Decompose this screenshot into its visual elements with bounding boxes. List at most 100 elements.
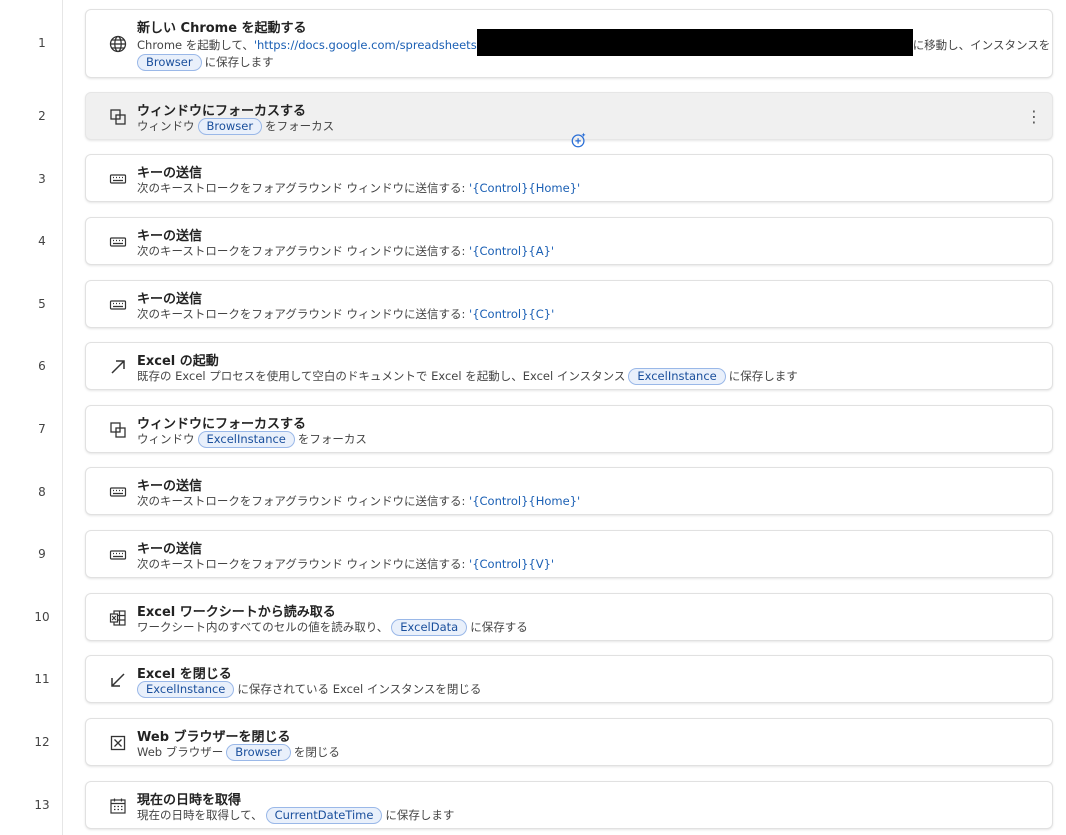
key-value: '{Control}{A}' [469,244,555,258]
desc-text: Chrome を起動して、 [137,38,254,52]
action-card-read-excel[interactable]: Excel ワークシートから読み取る ワークシート内のすべてのセルの値を読み取り… [85,593,1053,641]
line-number: 13 [34,798,50,812]
desc-text: ワークシート内のすべてのセルの値を読み取り、 [137,620,389,634]
line-number: 7 [38,422,46,436]
line-number: 2 [38,109,46,123]
action-card-send-keys[interactable]: キーの送信 次のキーストロークをフォアグラウンド ウィンドウに送信する: '{C… [85,217,1053,265]
action-title: ウィンドウにフォーカスする [137,417,307,432]
action-card-send-keys[interactable]: キーの送信 次のキーストロークをフォアグラウンド ウィンドウに送信する: '{C… [85,467,1053,515]
action-card-launch-excel[interactable]: Excel の起動 既存の Excel プロセスを使用して空白のドキュメントで … [85,342,1053,390]
close-browser-icon [108,733,128,753]
action-title: Web ブラウザーを閉じる [137,730,291,745]
line-number: 5 [38,297,46,311]
action-card-send-keys[interactable]: キーの送信 次のキーストロークをフォアグラウンド ウィンドウに送信する: '{C… [85,154,1053,202]
action-description: ウィンドウ Browser をフォーカス [137,118,334,135]
action-title: 現在の日時を取得 [137,793,242,808]
keyboard-icon [108,295,128,315]
desc-text: を閉じる [293,745,340,759]
action-card-get-datetime[interactable]: 現在の日時を取得 現在の日時を取得して、 CurrentDateTime に保存しま… [85,781,1053,829]
key-value: '{Control}{C}' [469,307,555,321]
action-card-send-keys[interactable]: キーの送信 次のキーストロークをフォアグラウンド ウィンドウに送信する: '{C… [85,280,1053,328]
keyboard-icon [108,545,128,565]
action-description: 次のキーストロークをフォアグラウンド ウィンドウに送信する: '{Control… [137,243,554,259]
action-description: 現在の日時を取得して、 CurrentDateTime に保存します [137,807,454,824]
line-number: 6 [38,359,46,373]
line-number: 12 [34,735,50,749]
desc-text: に保存されている Excel インスタンスを閉じる [237,682,482,696]
key-value: '{Control}{V}' [469,557,555,571]
desc-text: 現在の日時を取得して、 [137,808,263,822]
action-card-close-browser[interactable]: Web ブラウザーを閉じる Web ブラウザー Browser を閉じる [85,718,1053,766]
desc-text: に保存する [470,620,528,634]
variable-pill[interactable]: ExcelData [391,619,468,636]
line-number: 9 [38,547,46,561]
variable-pill[interactable]: Browser [226,744,291,761]
desc-text: に保存します [385,808,455,822]
action-description: 次のキーストロークをフォアグラウンド ウィンドウに送信する: '{Control… [137,493,580,509]
action-card-launch-chrome[interactable]: 新しい Chrome を起動する Chrome を起動して、'https://d… [85,9,1053,78]
action-description: ワークシート内のすべてのセルの値を読み取り、 ExcelData に保存する [137,619,528,636]
desc-text: に保存します [728,369,798,383]
arrow-up-right-icon [108,357,128,377]
calendar-icon [108,796,128,816]
desc-text: をフォーカス [297,432,367,446]
variable-pill[interactable]: CurrentDateTime [265,807,383,824]
desc-text: ウィンドウ [137,432,195,446]
action-description-line2: Browser に保存します [137,54,274,71]
action-description: 次のキーストロークをフォアグラウンド ウィンドウに送信する: '{Control… [137,180,580,196]
globe-icon [108,34,128,54]
action-card-close-excel[interactable]: Excel を閉じる ExcelInstance に保存されている Excel イ… [85,655,1053,703]
action-description: 次のキーストロークをフォアグラウンド ウィンドウに送信する: '{Control… [137,306,554,322]
line-number: 1 [38,36,46,50]
action-description: 既存の Excel プロセスを使用して空白のドキュメントで Excel を起動し… [137,368,798,385]
line-number: 8 [38,485,46,499]
action-card-send-keys[interactable]: キーの送信 次のキーストロークをフォアグラウンド ウィンドウに送信する: '{C… [85,530,1053,578]
desc-text: ウィンドウ [137,119,195,133]
line-number: 3 [38,172,46,186]
arrow-down-left-icon [108,670,128,690]
action-title: キーの送信 [137,292,203,307]
desc-text: に保存します [204,55,274,69]
action-title: キーの送信 [137,166,203,181]
ai-sparkle-icon[interactable] [570,131,588,149]
excel-read-icon [108,608,128,628]
desc-text: 既存の Excel プロセスを使用して空白のドキュメントで Excel を起動し… [137,369,626,383]
variable-pill[interactable]: Browser [197,118,263,135]
desc-text: Web ブラウザー [137,745,224,759]
desc-text: 次のキーストロークをフォアグラウンド ウィンドウに送信する: [137,181,470,195]
keyboard-icon [108,169,128,189]
desc-text: をフォーカス [265,119,335,133]
window-focus-icon [108,107,128,127]
desc-text: 次のキーストロークをフォアグラウンド ウィンドウに送信する: [137,494,470,508]
desc-text: 次のキーストロークをフォアグラウンド ウィンドウに送信する: [137,307,470,321]
redacted-block [476,29,913,56]
action-title: Excel の起動 [137,354,219,369]
variable-pill[interactable]: ExcelInstance [137,681,235,698]
window-focus-icon [108,420,128,440]
url-value: 'https://docs.google.com/spreadsheets [253,38,477,52]
desc-text: 次のキーストロークをフォアグラウンド ウィンドウに送信する: [137,557,470,571]
action-title: 新しい Chrome を起動する [137,21,307,36]
action-card-focus-window[interactable]: ウィンドウにフォーカスする ウィンドウ Browser をフォーカス ⋮ [85,92,1053,140]
variable-pill[interactable]: Browser [137,54,202,71]
action-description: Chrome を起動して、'https://docs.google.com/sp… [137,29,1050,56]
action-title: キーの送信 [137,479,203,494]
action-title: Excel ワークシートから読み取る [137,605,336,620]
more-options-icon[interactable]: ⋮ [1026,107,1042,126]
keyboard-icon [108,232,128,252]
action-description: 次のキーストロークをフォアグラウンド ウィンドウに送信する: '{Control… [137,556,554,572]
variable-pill[interactable]: ExcelInstance [628,368,726,385]
key-value: '{Control}{Home}' [469,181,581,195]
line-number: 11 [34,672,50,686]
action-description: Web ブラウザー Browser を閉じる [137,744,340,761]
key-value: '{Control}{Home}' [469,494,581,508]
action-title: ウィンドウにフォーカスする [137,104,307,119]
action-card-focus-window[interactable]: ウィンドウにフォーカスする ウィンドウ ExcelInstance をフォーカス [85,405,1053,453]
action-description: ウィンドウ ExcelInstance をフォーカス [137,431,367,448]
action-title: キーの送信 [137,542,203,557]
variable-pill[interactable]: ExcelInstance [197,431,295,448]
keyboard-icon [108,482,128,502]
action-title: キーの送信 [137,229,203,244]
line-number: 4 [38,234,46,248]
line-number: 10 [34,610,50,624]
